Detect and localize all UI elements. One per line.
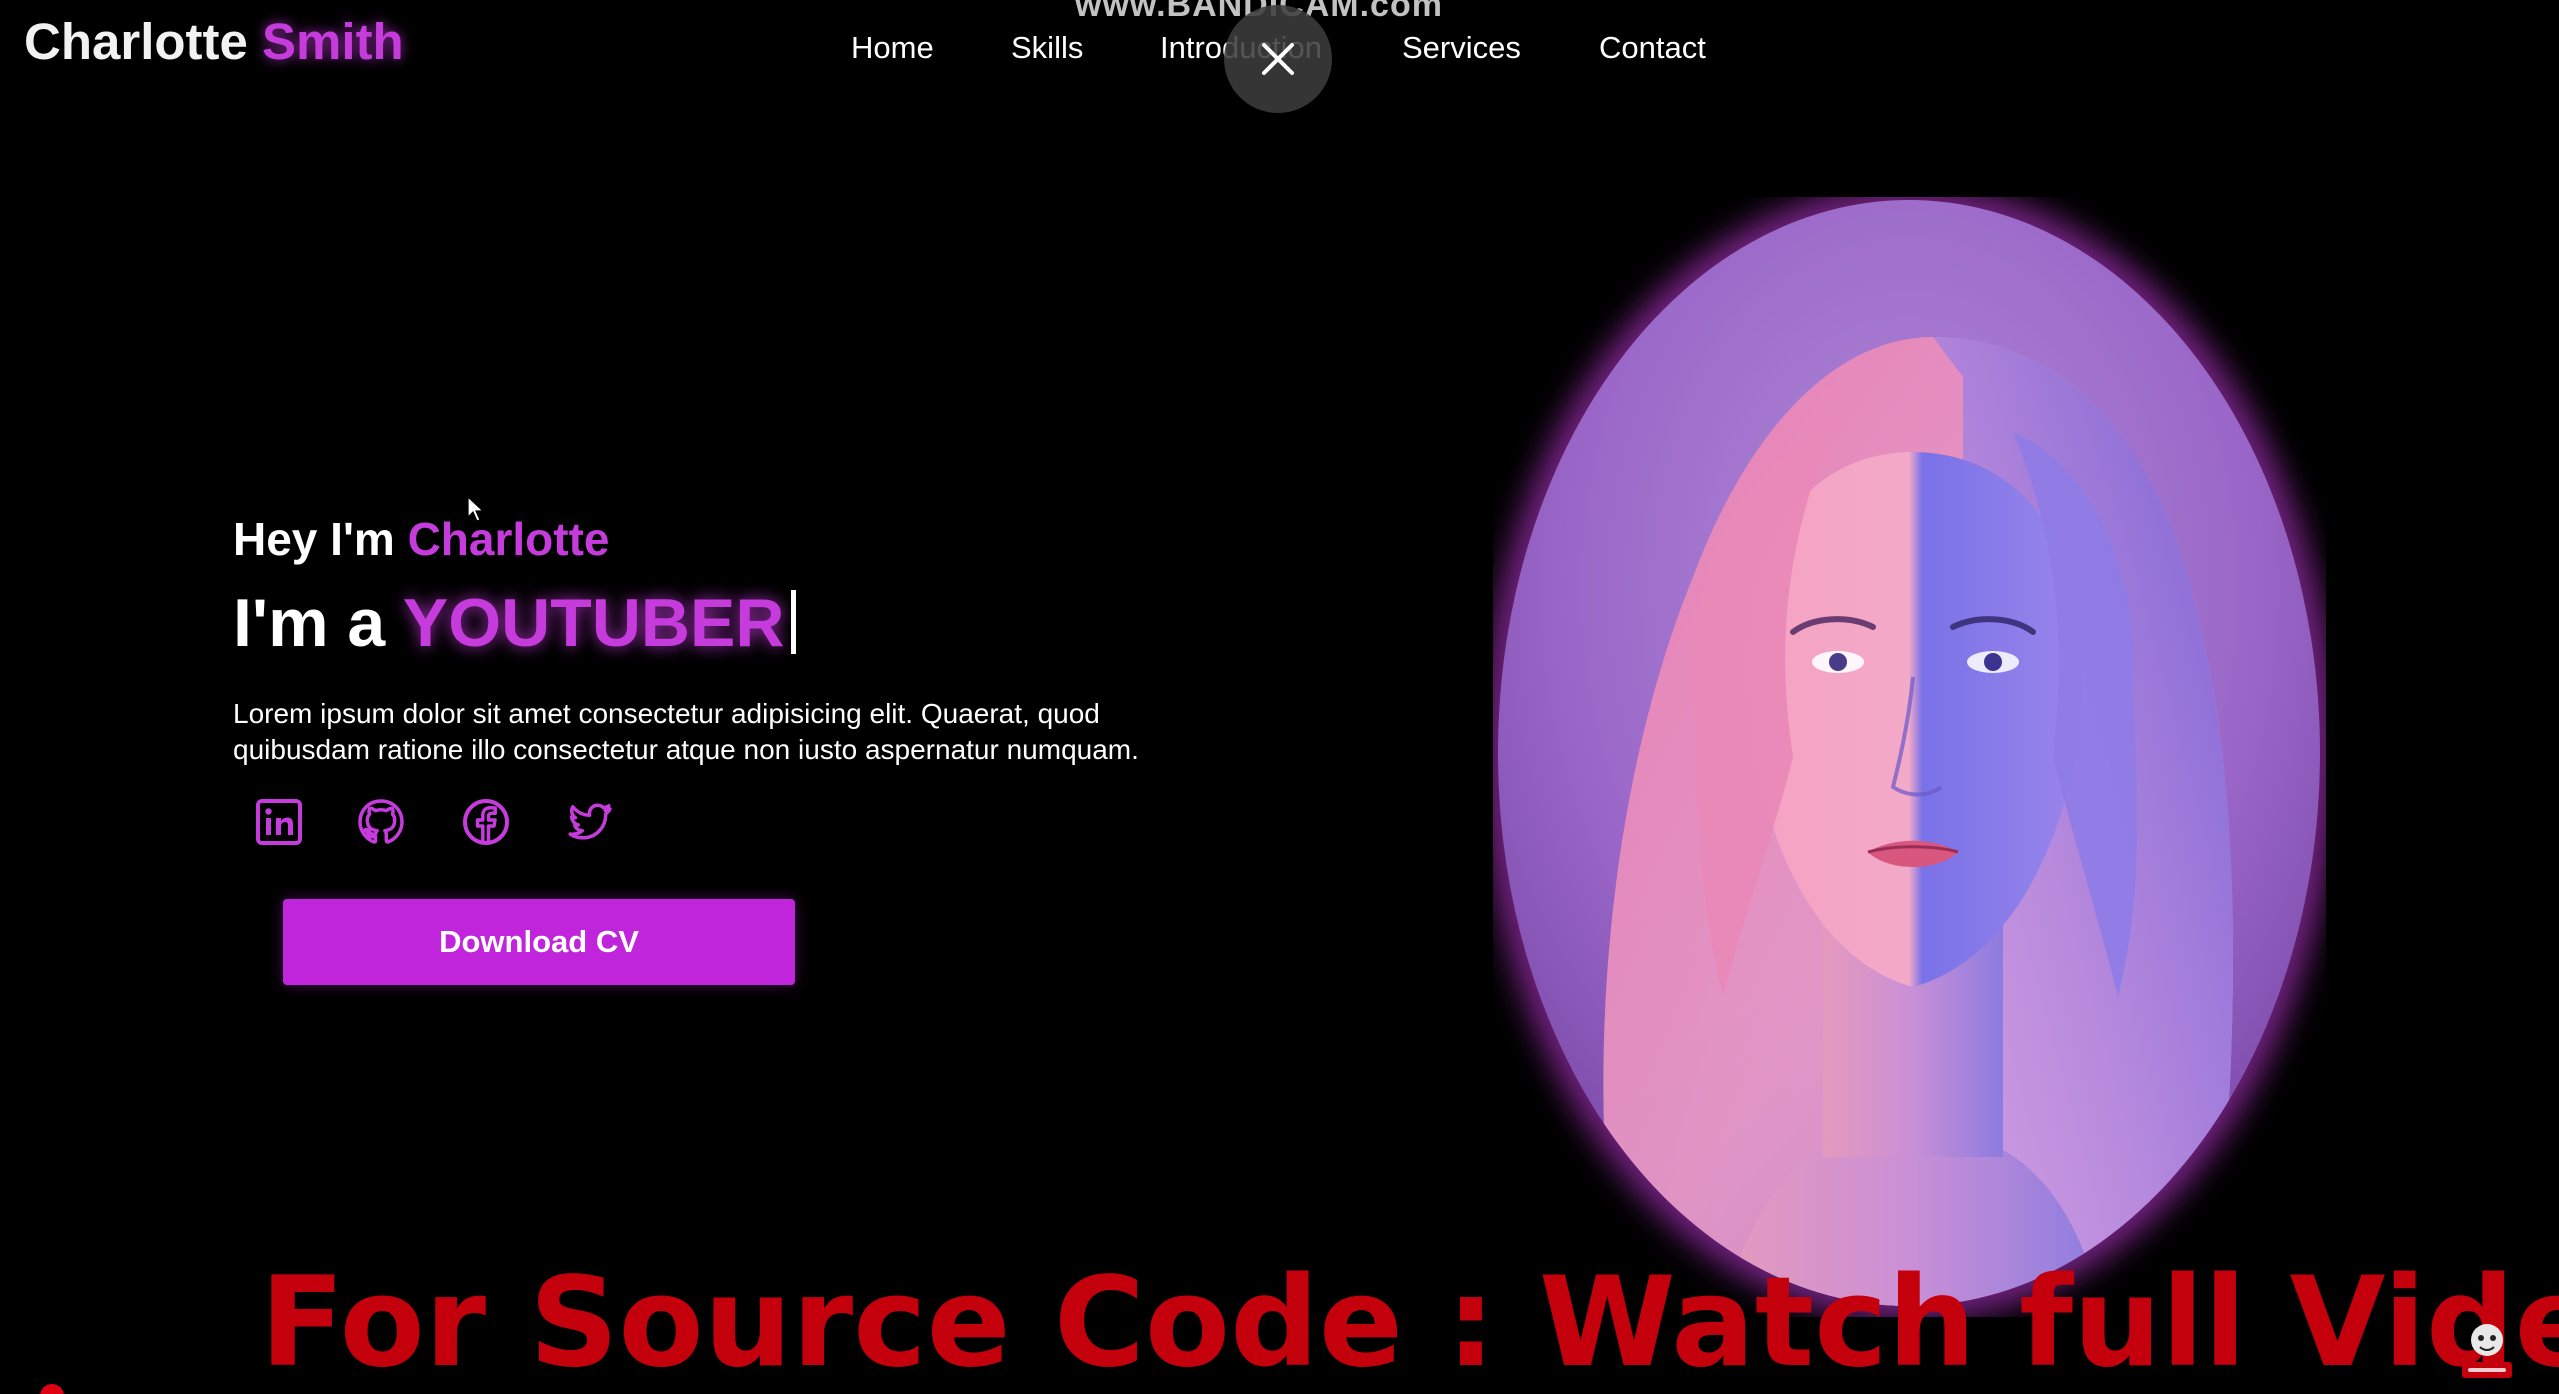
site-logo[interactable]: Charlotte Smith — [24, 12, 404, 71]
caption-text: For Source Code : Watch full Video — [260, 1251, 2559, 1394]
recording-dot — [40, 1384, 64, 1394]
linkedin-icon — [256, 799, 302, 845]
hero-role: I'm a YOUTUBER — [233, 584, 796, 662]
role-prefix: I'm a — [233, 585, 386, 661]
facebook-icon — [463, 799, 509, 845]
typing-caret — [790, 590, 796, 654]
nav-services[interactable]: Services — [1402, 30, 1521, 66]
twitter-link[interactable] — [563, 796, 615, 848]
github-icon — [358, 799, 404, 844]
hero-description: Lorem ipsum dolor sit amet consectetur a… — [233, 698, 1139, 765]
close-icon — [1262, 43, 1294, 75]
greeting-name: Charlotte — [407, 513, 610, 565]
close-button[interactable] — [1224, 5, 1332, 113]
github-link[interactable] — [355, 796, 407, 848]
profile-photo — [1493, 197, 2326, 1314]
logo-first-name: Charlotte — [24, 13, 248, 70]
nav-home[interactable]: Home — [851, 30, 934, 66]
facebook-link[interactable] — [460, 796, 512, 848]
download-cv-button[interactable]: Download CV — [283, 899, 795, 985]
linkedin-link[interactable] — [253, 796, 305, 848]
role-typed-text: YOUTUBER — [402, 585, 785, 661]
nav-contact[interactable]: Contact — [1599, 30, 1706, 66]
subscribe-mascot-icon[interactable] — [2456, 1316, 2518, 1382]
hero-greeting: Hey I'm Charlotte — [233, 512, 609, 566]
greeting-prefix: Hey I'm — [233, 513, 395, 565]
logo-last-name: Smith — [262, 13, 404, 70]
page: www.BANDICAM.com Charlotte Smith Home Sk… — [0, 0, 2559, 1394]
video-caption: For Source Code : Watch full Video — [260, 1248, 2559, 1394]
nav-skills[interactable]: Skills — [1011, 30, 1083, 66]
twitter-icon — [568, 803, 612, 840]
